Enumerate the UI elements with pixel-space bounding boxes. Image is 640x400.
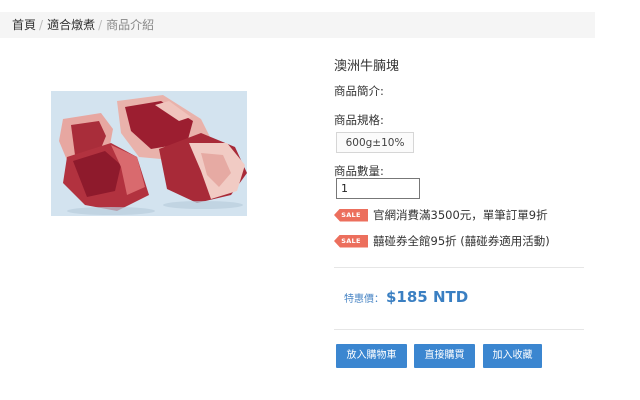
- product-spec-label: 商品規格:: [334, 113, 384, 127]
- product-image: [51, 91, 247, 216]
- breadcrumb-home[interactable]: 首頁: [12, 18, 36, 32]
- promo-item: SALE 囍碰券全館95折 (囍碰券適用活動): [334, 233, 550, 249]
- sale-tag-icon: SALE: [334, 208, 368, 222]
- product-title: 澳洲牛腩塊: [334, 59, 400, 74]
- quantity-input[interactable]: [336, 178, 420, 199]
- spec-option-button[interactable]: 600g±10%: [336, 132, 414, 153]
- breadcrumb: 首頁 / 適合燉煮 / 商品介紹: [0, 12, 595, 38]
- breadcrumb-separator: /: [98, 18, 103, 32]
- promo-text: 囍碰券全館95折 (囍碰券適用活動): [373, 234, 550, 248]
- add-favorite-button[interactable]: 加入收藏: [483, 344, 542, 368]
- price-row: 特惠價： $185 NTD: [344, 288, 468, 306]
- sale-tag-icon: SALE: [334, 234, 368, 248]
- price-label: 特惠價：: [344, 294, 384, 305]
- promo-text: 官網消費滿3500元，單筆訂單9折: [373, 208, 548, 222]
- breadcrumb-current: 商品介紹: [106, 18, 155, 32]
- product-intro-label: 商品簡介:: [334, 84, 384, 98]
- product-qty-label: 商品數量:: [334, 164, 384, 178]
- breadcrumb-separator: /: [39, 18, 44, 32]
- breadcrumb-category[interactable]: 適合燉煮: [47, 18, 95, 32]
- promo-item: SALE 官網消費滿3500元，單筆訂單9折: [334, 207, 548, 223]
- divider: [334, 267, 584, 268]
- price-value: $185 NTD: [386, 288, 469, 306]
- add-to-cart-button[interactable]: 放入購物車: [336, 344, 407, 368]
- buy-now-button[interactable]: 直接購買: [414, 344, 475, 368]
- divider: [334, 329, 584, 330]
